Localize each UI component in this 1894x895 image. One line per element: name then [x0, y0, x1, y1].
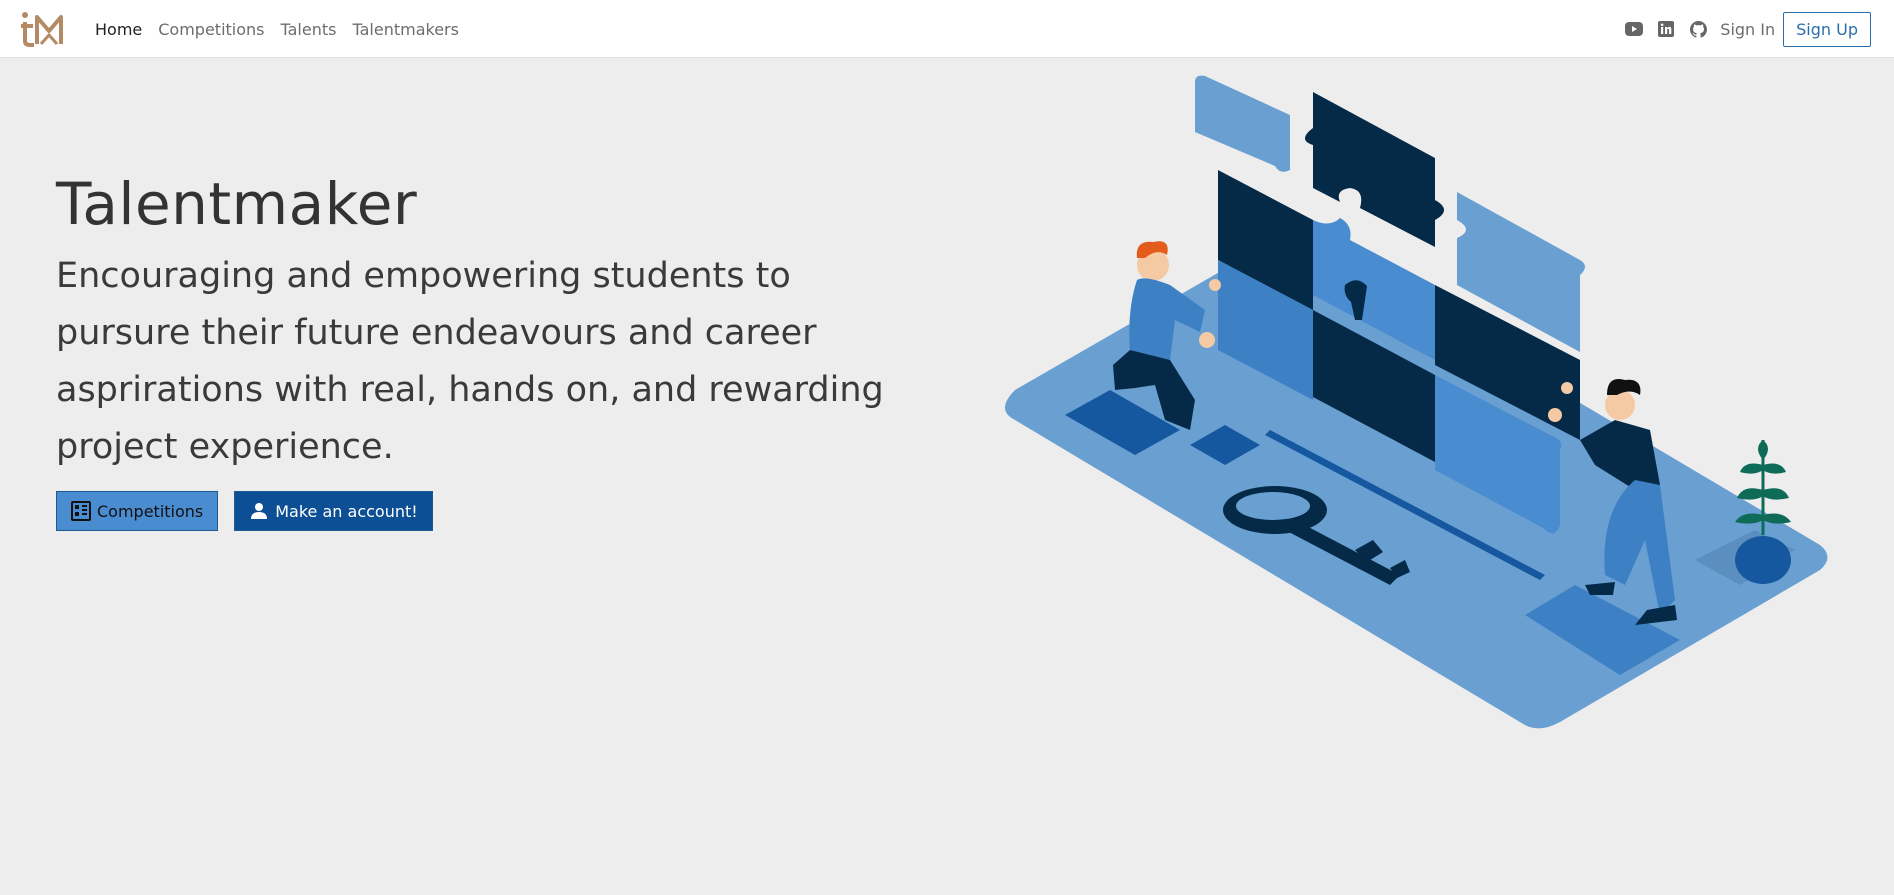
- talentmaker-logo[interactable]: [21, 11, 71, 47]
- youtube-icon[interactable]: [1624, 19, 1644, 39]
- hero-actions: Competitions Make an account!: [56, 491, 433, 531]
- navbar: Home Competitions Talents Talentmakers S…: [0, 0, 1894, 58]
- nav-talents[interactable]: Talents: [281, 20, 337, 39]
- make-account-button[interactable]: Make an account!: [234, 491, 433, 531]
- puzzle-illustration: [1005, 75, 1828, 729]
- primary-nav: Home Competitions Talents Talentmakers: [95, 0, 475, 58]
- linkedin-icon[interactable]: [1656, 19, 1676, 39]
- hero-subtitle: Encouraging and empowering students to p…: [56, 256, 884, 467]
- nav-home[interactable]: Home: [95, 20, 142, 39]
- github-icon[interactable]: [1688, 19, 1708, 39]
- nav-talentmakers[interactable]: Talentmakers: [352, 20, 458, 39]
- calendar-icon: [71, 501, 91, 521]
- make-account-button-label: Make an account!: [275, 501, 418, 521]
- signup-button[interactable]: Sign Up: [1783, 11, 1871, 47]
- competitions-button-label: Competitions: [97, 501, 204, 521]
- hero-title: Talentmaker: [56, 170, 418, 238]
- signin-link[interactable]: Sign In: [1720, 20, 1775, 39]
- nav-right: Sign In Sign Up: [1612, 0, 1871, 58]
- person-icon: [249, 501, 269, 521]
- competitions-button[interactable]: Competitions: [56, 491, 219, 531]
- nav-competitions[interactable]: Competitions: [158, 20, 264, 39]
